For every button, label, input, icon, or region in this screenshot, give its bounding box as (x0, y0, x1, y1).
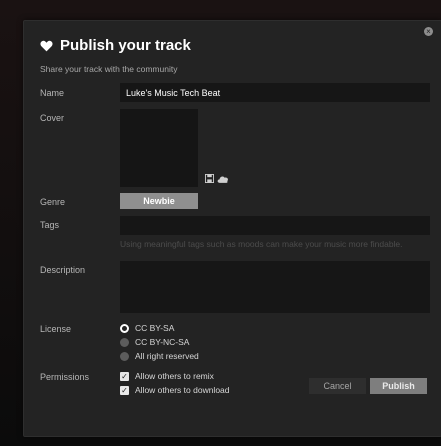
cover-label: Cover (40, 113, 65, 123)
permission-label: Allow others to download (135, 385, 230, 395)
cancel-button[interactable]: Cancel (309, 378, 366, 394)
radio-unselected[interactable] (120, 351, 129, 361)
tags-input[interactable] (120, 216, 430, 235)
permissions-label: Permissions (40, 372, 90, 382)
checkbox-checked[interactable]: ✓ (120, 385, 129, 395)
genre-select[interactable]: Newbie (120, 193, 198, 209)
tags-hint: Using meaningful tags such as moods can … (120, 239, 403, 249)
cloud-icon[interactable] (217, 175, 229, 183)
radio-unselected[interactable] (120, 337, 129, 347)
radio-selected[interactable] (120, 323, 129, 333)
license-option-cc-by-sa[interactable]: CC BY-SA (120, 323, 174, 333)
save-icon[interactable] (205, 174, 214, 183)
cover-actions (205, 174, 229, 183)
license-option-cc-by-nc-sa[interactable]: CC BY-NC-SA (120, 337, 189, 347)
description-textarea[interactable] (120, 261, 430, 313)
publish-dialog: × Publish your track Share your track wi… (23, 20, 441, 437)
description-label: Description (40, 265, 86, 275)
publish-button[interactable]: Publish (370, 378, 427, 394)
permission-allow-remix[interactable]: ✓ Allow others to remix (120, 371, 214, 381)
tags-label: Tags (40, 220, 60, 230)
cover-image-drop[interactable] (120, 109, 198, 187)
dialog-title-text: Publish your track (60, 37, 191, 54)
genre-label: Genre (40, 197, 66, 207)
permission-allow-download[interactable]: ✓ Allow others to download (120, 385, 230, 395)
license-option-all-rights-reserved[interactable]: All right reserved (120, 351, 199, 361)
name-label: Name (40, 88, 65, 98)
dialog-subtitle: Share your track with the community (40, 64, 178, 74)
license-option-label: CC BY-NC-SA (135, 337, 190, 347)
checkbox-checked[interactable]: ✓ (120, 371, 129, 381)
license-option-label: All right reserved (135, 351, 199, 361)
license-label: License (40, 324, 72, 334)
name-input[interactable] (120, 83, 430, 102)
dialog-title: Publish your track (40, 37, 191, 54)
heart-icon (40, 40, 53, 51)
license-option-label: CC BY-SA (135, 323, 175, 333)
permission-label: Allow others to remix (135, 371, 214, 381)
close-icon[interactable]: × (424, 27, 433, 36)
